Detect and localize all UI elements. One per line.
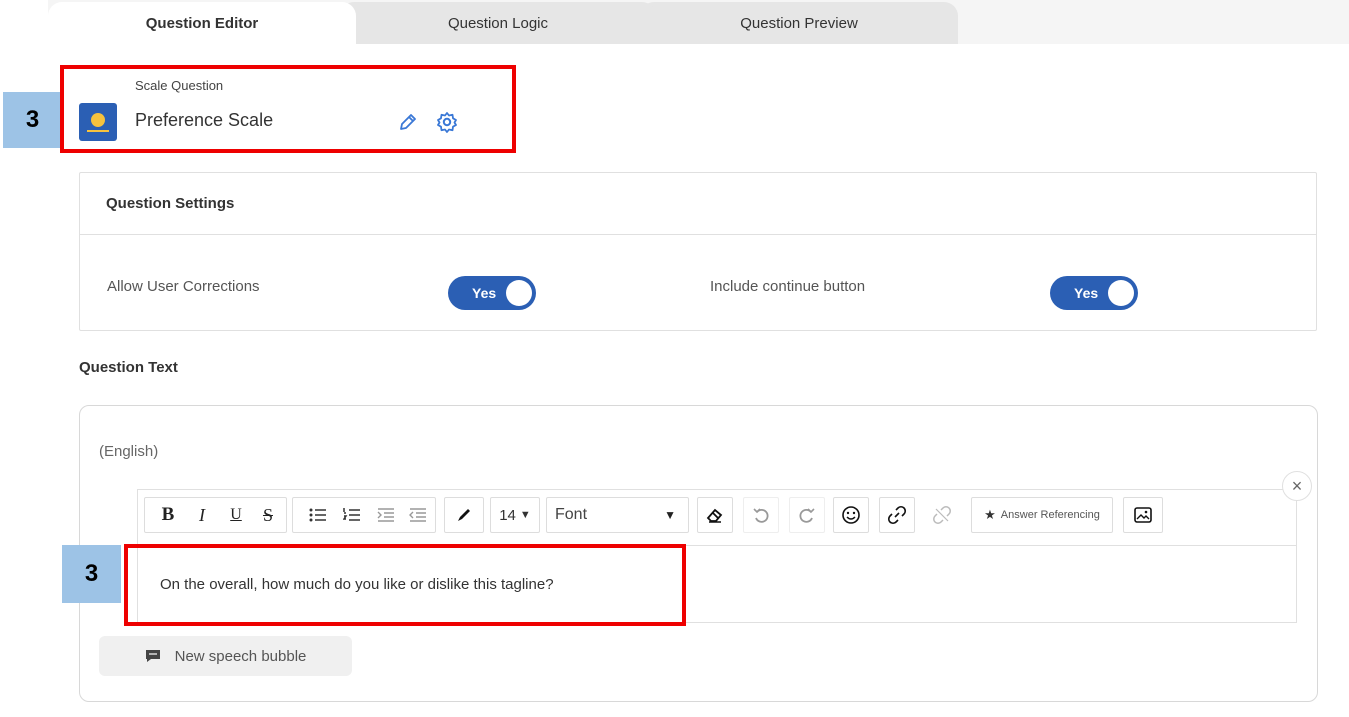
- continue-button-label: Include continue button: [710, 278, 866, 295]
- tab-question-editor[interactable]: Question Editor: [48, 2, 356, 44]
- tab-question-logic[interactable]: Question Logic: [340, 2, 656, 44]
- font-size-value: 14: [499, 506, 516, 524]
- question-settings-panel: Question Settings: [79, 172, 1317, 331]
- speech-bubble-icon: [145, 650, 160, 662]
- clear-format-button[interactable]: [697, 497, 733, 533]
- gear-icon[interactable]: [435, 110, 459, 134]
- outdent-icon[interactable]: [403, 500, 433, 530]
- question-text-heading: Question Text: [79, 359, 178, 376]
- tab-label: Question Logic: [447, 14, 549, 32]
- toggle-value: Yes: [1074, 285, 1099, 301]
- allow-corrections-toggle[interactable]: Yes: [448, 276, 536, 310]
- caret-down-icon: ▼: [664, 508, 676, 522]
- toggle-knob: [1108, 280, 1134, 306]
- tab-label: Question Editor: [145, 14, 259, 32]
- callout-number-badge: 3: [62, 545, 121, 603]
- pencil-icon[interactable]: [396, 110, 420, 134]
- indent-icon[interactable]: [369, 500, 403, 530]
- text-style-group: B I U S: [144, 497, 287, 533]
- question-type-label: Scale Question: [135, 78, 224, 93]
- new-speech-bubble-button[interactable]: New speech bubble: [99, 636, 352, 676]
- callout-highlight-box: [60, 65, 516, 153]
- list-group: [292, 497, 436, 533]
- allow-corrections-label: Allow User Corrections: [107, 278, 260, 295]
- close-icon[interactable]: ×: [1282, 471, 1312, 501]
- question-name: Preference Scale: [135, 110, 274, 130]
- underline-button[interactable]: U: [219, 500, 253, 530]
- font-size-select[interactable]: 14 ▼: [490, 497, 540, 533]
- text-color-button[interactable]: [444, 497, 484, 533]
- callout-number-badge: 3: [3, 92, 62, 148]
- star-icon: ★: [984, 507, 996, 522]
- callout-highlight-box: [124, 544, 686, 626]
- toggle-knob: [506, 280, 532, 306]
- bold-button[interactable]: B: [151, 500, 185, 530]
- language-label: (English): [99, 443, 159, 460]
- toggle-value: Yes: [472, 285, 497, 301]
- redo-button[interactable]: [789, 497, 825, 533]
- italic-button[interactable]: I: [185, 500, 219, 530]
- caret-down-icon: ▼: [519, 509, 531, 521]
- tab-label: Question Preview: [740, 14, 858, 32]
- undo-button[interactable]: [743, 497, 779, 533]
- emoji-button[interactable]: [833, 497, 869, 533]
- answer-referencing-label: Answer Referencing: [1000, 509, 1100, 521]
- link-button[interactable]: [879, 497, 915, 533]
- insert-image-button[interactable]: [1123, 497, 1163, 533]
- answer-referencing-button[interactable]: ★ Answer Referencing: [971, 497, 1113, 533]
- new-speech-bubble-label: New speech bubble: [174, 647, 307, 665]
- tab-question-preview[interactable]: Question Preview: [640, 2, 958, 44]
- numbered-list-icon[interactable]: [335, 500, 369, 530]
- strikethrough-button[interactable]: S: [253, 500, 283, 530]
- font-select-value: Font: [555, 506, 588, 523]
- scale-question-icon: [79, 103, 117, 141]
- settings-title: Question Settings: [106, 195, 235, 212]
- bullet-list-icon[interactable]: [301, 500, 335, 530]
- continue-button-toggle[interactable]: Yes: [1050, 276, 1138, 310]
- font-select[interactable]: Font ▼: [546, 497, 689, 533]
- unlink-button[interactable]: [924, 497, 960, 533]
- tab-bar: Question Preview Question Logic Question…: [0, 0, 1349, 44]
- divider: [80, 234, 1316, 235]
